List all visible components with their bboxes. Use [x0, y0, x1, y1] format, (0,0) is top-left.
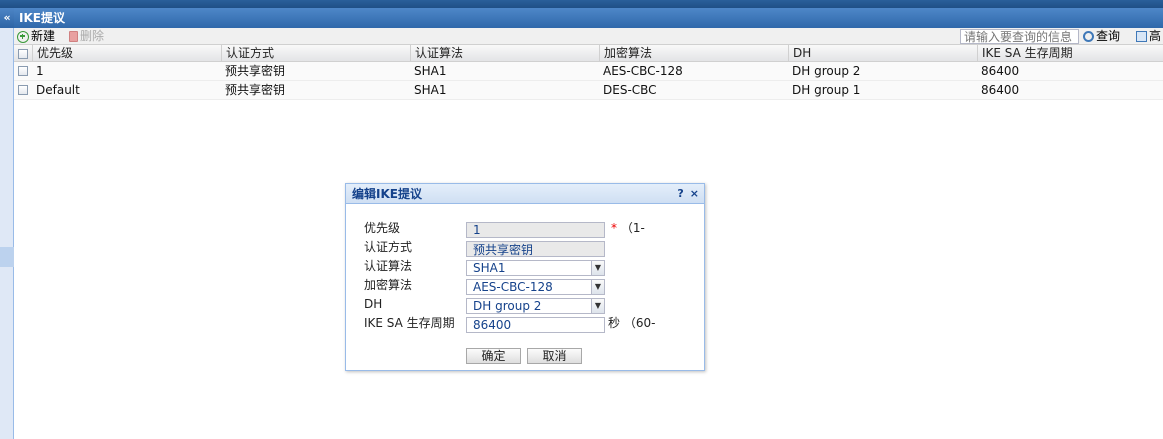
chevron-down-icon[interactable]: ▼	[591, 299, 604, 313]
label-auth-method: 认证方式	[364, 240, 413, 254]
cancel-button[interactable]: 取消	[527, 348, 582, 364]
label-enc-alg: 加密算法	[364, 278, 413, 292]
toolbar: 新建 删除 查询 高	[14, 28, 1163, 45]
dialog-body: 优先级 * （1- 认证方式 认证算法 SHA1 ▼ 加密算法 AES-CBC-1…	[346, 204, 704, 370]
lifetime-hint-group: 秒 （60-	[608, 315, 655, 332]
row-select[interactable]	[14, 62, 32, 81]
edit-ike-dialog: 编辑IKE提议 ? × 优先级 * （1- 认证方式 认证算法 SHA1 ▼ 加密…	[345, 183, 705, 371]
auth-alg-select[interactable]: SHA1 ▼	[466, 260, 605, 276]
cell-lifetime: 86400	[981, 83, 1020, 97]
dh-select[interactable]: DH group 2 ▼	[466, 298, 605, 314]
required-mark: *	[611, 221, 617, 235]
table-row[interactable]: Default 预共享密钥 SHA1 DES-CBC DH group 1 86…	[14, 81, 1163, 100]
dialog-title-bar[interactable]: 编辑IKE提议 ? ×	[346, 184, 704, 204]
dialog-tools: ? ×	[677, 184, 699, 204]
column-header[interactable]: 认证算法	[410, 45, 599, 62]
panel-title: IKE提议	[14, 8, 1163, 28]
dialog-title: 编辑IKE提议	[352, 187, 422, 201]
lifetime-field[interactable]	[466, 317, 605, 333]
advanced-icon	[1136, 31, 1147, 42]
checkbox[interactable]	[18, 66, 28, 76]
column-header[interactable]: DH	[788, 45, 977, 62]
checkbox[interactable]	[18, 85, 28, 95]
help-icon[interactable]: ?	[677, 184, 683, 204]
column-header[interactable]: 加密算法	[599, 45, 788, 62]
cell-auth-method: 预共享密钥	[225, 64, 286, 78]
enc-alg-value: AES-CBC-128	[473, 280, 553, 294]
cell-priority: 1	[36, 64, 44, 78]
add-label: 新建	[31, 29, 56, 43]
lifetime-hint: （60-	[623, 316, 656, 330]
label-priority: 优先级	[364, 221, 401, 235]
cell-lifetime: 86400	[981, 64, 1020, 78]
lifetime-unit: 秒	[608, 316, 621, 330]
auth-alg-value: SHA1	[473, 261, 506, 275]
collapse-icon[interactable]: «	[0, 8, 14, 28]
column-header[interactable]: 优先级	[32, 45, 221, 62]
ok-button[interactable]: 确定	[466, 348, 521, 364]
search-icon	[1083, 31, 1094, 42]
left-rail	[0, 8, 14, 439]
search-input[interactable]	[960, 29, 1079, 44]
cell-dh: DH group 1	[792, 83, 861, 97]
grid-header: 优先级 认证方式 认证算法 加密算法 DH IKE SA 生存周期	[14, 45, 1163, 62]
cell-dh: DH group 2	[792, 64, 861, 78]
table-row[interactable]: 1 预共享密钥 SHA1 AES-CBC-128 DH group 2 8640…	[14, 62, 1163, 81]
label-auth-alg: 认证算法	[364, 259, 413, 273]
column-header[interactable]: 认证方式	[221, 45, 410, 62]
priority-field[interactable]	[466, 222, 605, 238]
cell-priority: Default	[36, 83, 80, 97]
search-button[interactable]: 查询	[1083, 29, 1120, 44]
header-select-all[interactable]	[14, 45, 32, 62]
priority-hint: （1-	[620, 221, 645, 235]
top-strip	[0, 0, 1163, 8]
enc-alg-select[interactable]: AES-CBC-128 ▼	[466, 279, 605, 295]
checkbox[interactable]	[18, 49, 28, 59]
trash-icon	[69, 31, 78, 42]
auth-method-field	[466, 241, 605, 257]
delete-label: 删除	[80, 29, 105, 43]
chevron-down-icon[interactable]: ▼	[591, 280, 604, 294]
cell-enc-alg: DES-CBC	[603, 83, 657, 97]
advanced-label: 高	[1149, 29, 1162, 43]
cell-auth-alg: SHA1	[414, 83, 447, 97]
advanced-button[interactable]: 高	[1136, 29, 1161, 44]
priority-hint-group: * （1-	[611, 220, 645, 237]
column-header[interactable]: IKE SA 生存周期	[977, 45, 1163, 62]
search-label: 查询	[1096, 29, 1121, 43]
row-select[interactable]	[14, 81, 32, 100]
add-button[interactable]: 新建	[17, 29, 55, 44]
add-icon	[17, 30, 29, 43]
dh-value: DH group 2	[473, 299, 542, 313]
cell-auth-method: 预共享密钥	[225, 83, 286, 97]
delete-button[interactable]: 删除	[69, 29, 104, 44]
chevron-down-icon[interactable]: ▼	[591, 261, 604, 275]
cell-auth-alg: SHA1	[414, 64, 447, 78]
close-icon[interactable]: ×	[690, 184, 699, 204]
label-lifetime: IKE SA 生存周期	[364, 316, 455, 330]
cell-enc-alg: AES-CBC-128	[603, 64, 683, 78]
rail-marker	[0, 247, 14, 267]
label-dh: DH	[364, 297, 383, 311]
